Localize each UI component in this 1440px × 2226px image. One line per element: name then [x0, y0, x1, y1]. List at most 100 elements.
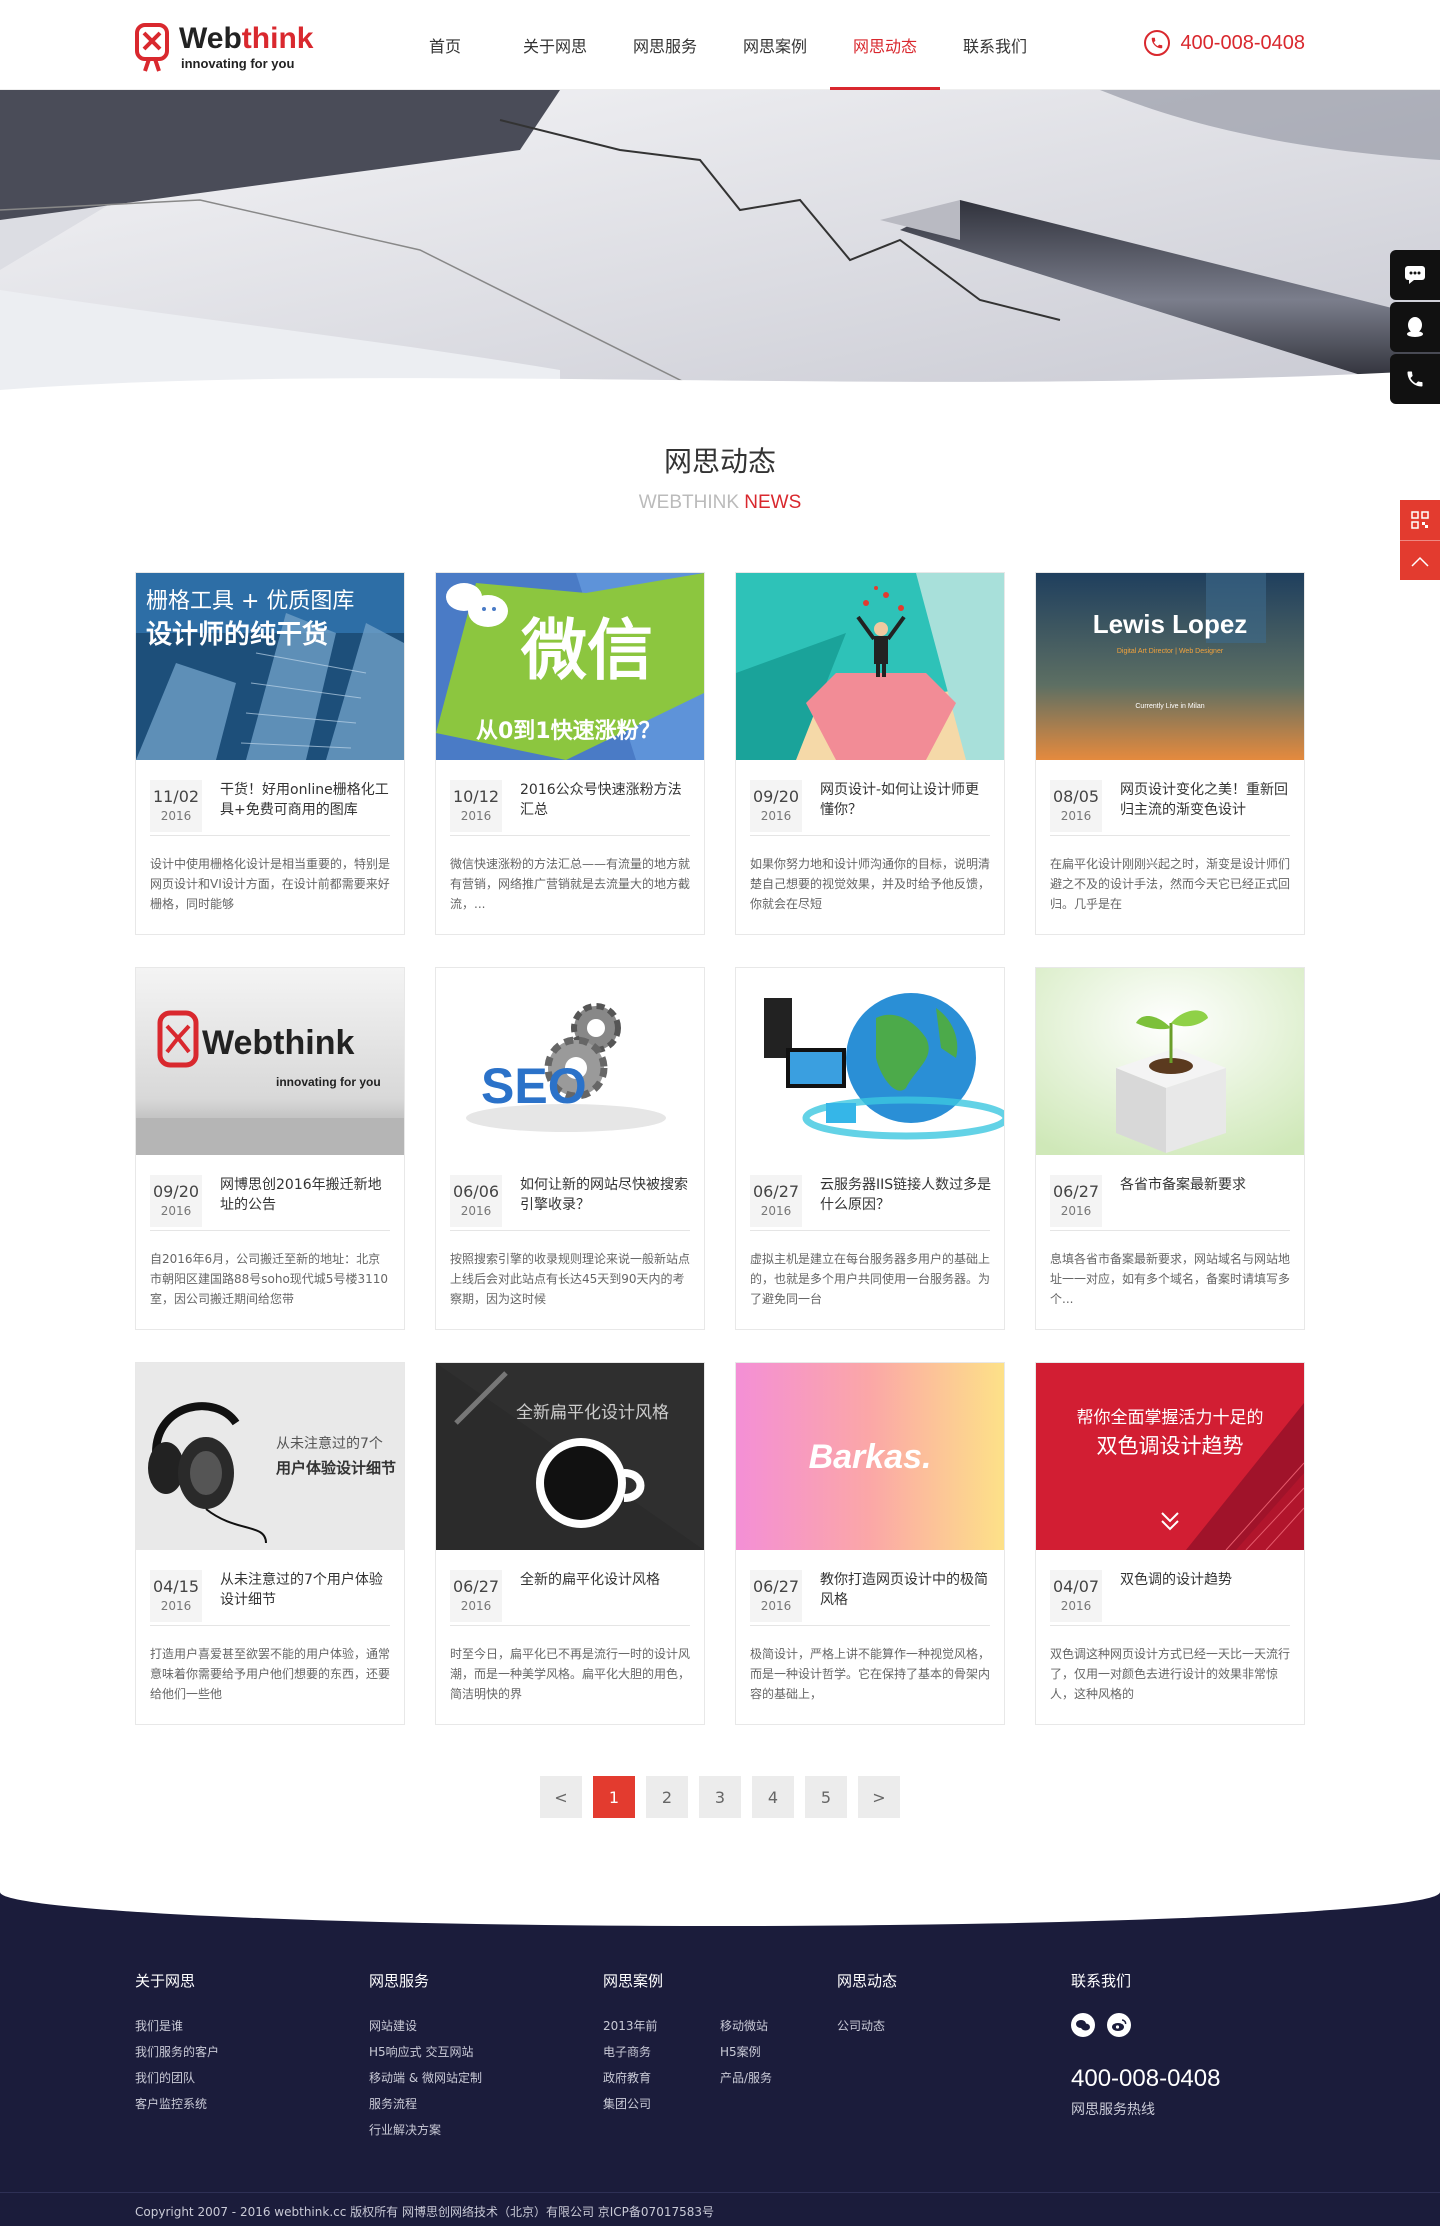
news-thumbnail[interactable]: 帮你全面掌握活力十足的 双色调设计趋势 [1036, 1363, 1304, 1550]
news-title[interactable]: 各省市备案最新要求 [1120, 1175, 1292, 1195]
news-thumbnail[interactable]: Lewis Lopez Digital Art Director | Web D… [1036, 573, 1304, 760]
next-page-button[interactable]: > [858, 1776, 900, 1818]
footer-link[interactable]: 我们的团队 [135, 2065, 219, 2091]
news-card[interactable]: SEO 06/06 2016 如何让新的网站尽快被搜索引擎收录？ 按照搜索引擎的… [435, 967, 705, 1330]
news-title[interactable]: 云服务器IIS链接人数过多是什么原因？ [820, 1175, 992, 1215]
news-thumbnail[interactable] [736, 573, 1004, 760]
thumb-text: 用户体验设计细节 [276, 1459, 396, 1477]
hero-banner [0, 90, 1440, 390]
nav-item-services[interactable]: 网思服务 [610, 0, 720, 90]
news-card[interactable]: Webthink innovating for you 09/20 2016 网… [135, 967, 405, 1330]
page-button-1[interactable]: 1 [593, 1776, 635, 1818]
chat-icon[interactable] [1390, 250, 1440, 300]
news-thumbnail[interactable] [736, 968, 1004, 1155]
nav-item-cases[interactable]: 网思案例 [720, 0, 830, 90]
news-excerpt: 如果你努力地和设计师沟通你的目标，说明清楚自己想要的视觉效果，并及时给予他反馈，… [750, 857, 991, 911]
thumb-text: 双色调设计趋势 [1097, 1434, 1244, 1458]
news-title[interactable]: 全新的扁平化设计风格 [520, 1570, 692, 1590]
news-card[interactable]: 栅格工具 + 优质图库 设计师的纯干货 11/02 2016 干货！好用onli… [135, 572, 405, 935]
news-title[interactable]: 从未注意过的7个用户体验设计细节 [220, 1570, 392, 1610]
footer-curve [0, 1892, 1440, 1926]
header-hotline[interactable]: 400-008-0408 [1144, 30, 1305, 56]
news-title[interactable]: 教你打造网页设计中的极简风格 [820, 1570, 992, 1610]
footer-col-about: 关于网思 我们是谁 我们服务的客户 我们的团队 客户监控系统 [135, 1970, 219, 2117]
news-title[interactable]: 网页设计变化之美！重新回归主流的渐变色设计 [1120, 780, 1292, 820]
header-hotline-number: 400-008-0408 [1180, 31, 1305, 54]
date-badge: 06/27 2016 [450, 1570, 502, 1622]
news-excerpt: 按照搜索引擎的收录规则理论来说一般新站点上线后会对此站点有长达45天到90天内的… [450, 1252, 691, 1306]
news-thumbnail[interactable] [1036, 968, 1304, 1155]
footer-link[interactable]: 客户监控系统 [135, 2091, 219, 2117]
news-excerpt: 虚拟主机是建立在每台服务器多用户的基础上的，也就是多个用户共同使用一台服务器。为… [750, 1252, 991, 1306]
page-button-3[interactable]: 3 [699, 1776, 741, 1818]
nav-item-about[interactable]: 关于网思 [500, 0, 610, 90]
news-title[interactable]: 2016公众号快速涨粉方法汇总 [520, 780, 692, 820]
phone-icon[interactable] [1390, 354, 1440, 404]
footer-link[interactable]: 2013年前 [603, 2013, 720, 2039]
news-card[interactable]: 帮你全面掌握活力十足的 双色调设计趋势 04/07 2016 双色调的设计趋势 … [1035, 1362, 1305, 1725]
news-title[interactable]: 网页设计-如何让设计师更懂你？ [820, 780, 992, 820]
news-card[interactable]: 微信 从0到1快速涨粉？ 10/12 2016 2016公众号快速涨粉方法汇总 … [435, 572, 705, 935]
footer-link[interactable]: 移动端 & 微网站定制 [369, 2065, 482, 2091]
news-card[interactable]: Barkas. 06/27 2016 教你打造网页设计中的极简风格 极简设计，严… [735, 1362, 1005, 1725]
footer-link[interactable]: 网站建设 [369, 2013, 482, 2039]
footer-link[interactable]: 公司动态 [837, 2013, 897, 2039]
news-excerpt: 时至今日，扁平化已不再是流行一时的设计风潮，而是一种美学风格。扁平化大胆的用色，… [450, 1647, 691, 1701]
news-thumbnail[interactable]: SEO [436, 968, 704, 1155]
footer-link[interactable]: 电子商务 [603, 2039, 720, 2065]
thumb-text: 从未注意过的7个 [276, 1435, 383, 1452]
footer-link[interactable]: H5响应式 交互网站 [369, 2039, 482, 2065]
footer-link[interactable]: 服务流程 [369, 2091, 482, 2117]
footer-link[interactable]: 集团公司 [603, 2091, 720, 2117]
page-button-5[interactable]: 5 [805, 1776, 847, 1818]
arrow-up-icon[interactable] [1400, 540, 1440, 580]
thumb-text: Currently Live in Milan [1135, 703, 1204, 710]
prev-page-button[interactable]: < [540, 1776, 582, 1818]
news-card[interactable]: 全新扁平化设计风格 06/27 2016 全新的扁平化设计风格 时至今日，扁平化… [435, 1362, 705, 1725]
news-card[interactable]: 09/20 2016 网页设计-如何让设计师更懂你？ 如果你努力地和设计师沟通你… [735, 572, 1005, 935]
nav-item-home[interactable]: 首页 [390, 0, 500, 90]
date-badge: 09/20 2016 [750, 780, 802, 832]
news-card[interactable]: 06/27 2016 各省市备案最新要求 息填各省市备案最新要求，网站域名与网站… [1035, 967, 1305, 1330]
thumb-text: Lewis Lopez [1093, 609, 1248, 639]
footer-link[interactable]: 我们是谁 [135, 2013, 219, 2039]
date-badge: 04/15 2016 [150, 1570, 202, 1622]
news-excerpt: 极简设计，严格上讲不能算作一种视觉风格，而是一种设计哲学。它在保持了基本的骨架内… [750, 1647, 991, 1701]
nav-item-contact[interactable]: 联系我们 [940, 0, 1050, 90]
footer-link[interactable]: 我们服务的客户 [135, 2039, 219, 2065]
date-badge: 09/20 2016 [150, 1175, 202, 1227]
news-thumbnail[interactable]: Barkas. [736, 1363, 1004, 1550]
logo[interactable]: Webthink innovating for you [135, 20, 355, 74]
wechat-icon[interactable] [1071, 2013, 1095, 2037]
thumb-text: Digital Art Director | Web Designer [1117, 648, 1224, 655]
news-thumbnail[interactable]: Webthink innovating for you [136, 968, 404, 1155]
site-header: Webthink innovating for you 首页 关于网思 网思服务… [0, 0, 1440, 90]
nav-item-news[interactable]: 网思动态 [830, 0, 940, 90]
section-title: 网思动态 [663, 445, 776, 478]
phone-icon [1144, 30, 1171, 56]
news-card[interactable]: Lewis Lopez Digital Art Director | Web D… [1035, 572, 1305, 935]
news-title[interactable]: 网博思创2016年搬迁新地址的公告 [220, 1175, 392, 1215]
news-thumbnail[interactable]: 栅格工具 + 优质图库 设计师的纯干货 [136, 573, 404, 760]
footer-link[interactable]: H5案例 [720, 2039, 837, 2065]
news-title[interactable]: 干货！好用online栅格化工具+免费可商用的图库 [220, 780, 392, 820]
page-button-4[interactable]: 4 [752, 1776, 794, 1818]
footer-link[interactable]: 行业解决方案 [369, 2117, 482, 2143]
footer-link[interactable]: 移动微站 [720, 2013, 837, 2039]
footer-hotline[interactable]: 400-008-0408 [1071, 2065, 1220, 2093]
news-title[interactable]: 双色调的设计趋势 [1120, 1570, 1292, 1590]
news-thumbnail[interactable]: 全新扁平化设计风格 [436, 1363, 704, 1550]
footer-link[interactable]: 政府教育 [603, 2065, 720, 2091]
news-card[interactable]: 从未注意过的7个 用户体验设计细节 04/15 2016 从未注意过的7个用户体… [135, 1362, 405, 1725]
news-thumbnail[interactable]: 微信 从0到1快速涨粉？ [436, 573, 704, 760]
news-excerpt: 双色调这种网页设计方式已经一天比一天流行了，仅用一对颜色去进行设计的效果非常惊人… [1050, 1647, 1291, 1701]
qq-icon[interactable] [1390, 302, 1440, 352]
page-button-2[interactable]: 2 [646, 1776, 688, 1818]
logo-name: Webthink [179, 21, 314, 55]
news-thumbnail[interactable]: 从未注意过的7个 用户体验设计细节 [136, 1363, 404, 1550]
date-badge: 10/12 2016 [450, 780, 502, 832]
news-title[interactable]: 如何让新的网站尽快被搜索引擎收录？ [520, 1175, 692, 1215]
news-card[interactable]: 06/27 2016 云服务器IIS链接人数过多是什么原因？ 虚拟主机是建立在每… [735, 967, 1005, 1330]
weibo-icon[interactable] [1107, 2013, 1131, 2037]
footer-link[interactable]: 产品/服务 [720, 2065, 837, 2091]
